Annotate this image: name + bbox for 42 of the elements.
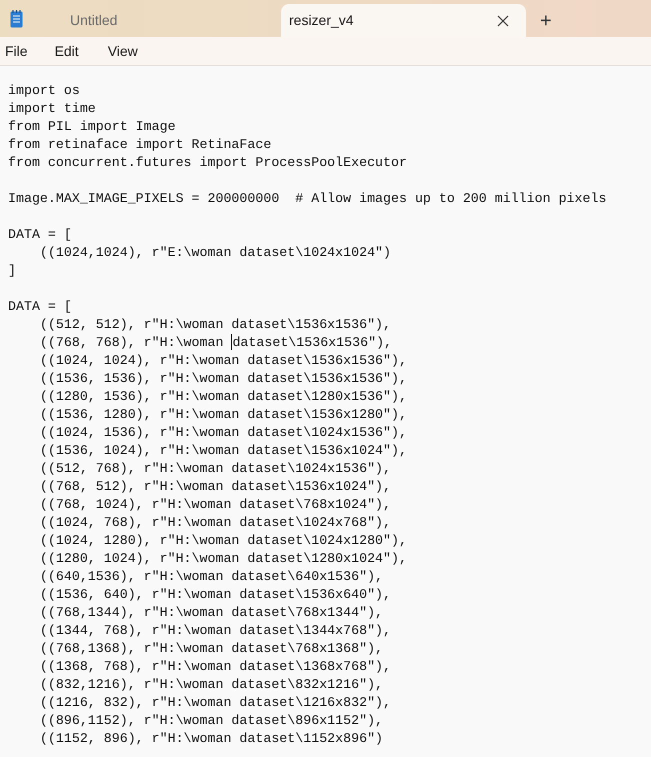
code-line: ((1344, 768), r"H:\woman dataset\1344x768"), — [38, 622, 392, 640]
code-line: import os — [8, 82, 80, 100]
new-tab-button[interactable]: + — [540, 11, 552, 31]
code-line: ((1536, 1536), r"H:\woman dataset\1536x1536"), — [38, 370, 407, 388]
code-line: ((1536, 1024), r"H:\woman dataset\1536x1024"), — [38, 442, 407, 460]
code-line: ((768,1368), r"H:\woman dataset\768x1368"), — [38, 640, 384, 658]
code-line: from concurrent.futures import ProcessPoolExecutor — [8, 154, 407, 172]
code-line: ((1536, 1280), r"H:\woman dataset\1536x1280"), — [38, 406, 407, 424]
code-line: Image.MAX_IMAGE_PIXELS = 200000000 # Allow images up to 200 million pixels — [8, 190, 606, 208]
code-line: from retinaface import RetinaFace — [8, 136, 272, 154]
code-line: ((768, 512), r"H:\woman dataset\1536x1024"), — [38, 478, 392, 496]
code-line: ((512, 512), r"H:\woman dataset\1536x1536"), — [38, 316, 392, 334]
tab[interactable]: Untitled — [48, 4, 268, 37]
code-line: ((1024,1024), r"E:\woman dataset\1024x1024") — [38, 244, 392, 262]
code-line: ((640,1536), r"H:\woman dataset\640x1536"), — [38, 568, 384, 586]
close-icon[interactable] — [497, 14, 509, 26]
code-line: ((1280, 1536), r"H:\woman dataset\1280x1536"), — [38, 388, 407, 406]
code-line: ((1368, 768), r"H:\woman dataset\1368x768"), — [38, 658, 392, 676]
code-line: import time — [8, 100, 96, 118]
code-line: ((768, 1024), r"H:\woman dataset\768x1024"), — [38, 496, 392, 514]
code-line: ((768, 768), r"H:\woman dataset\1536x1536"), — [38, 334, 392, 352]
code-line: from PIL import Image — [8, 118, 176, 136]
code-line: ((1024, 768), r"H:\woman dataset\1024x768"), — [38, 514, 392, 532]
code-line: ((512, 768), r"H:\woman dataset\1024x1536"), — [38, 460, 392, 478]
code-line: ((768,1344), r"H:\woman dataset\768x1344"), — [38, 604, 384, 622]
code-line: ((1024, 1280), r"H:\woman dataset\1024x1280"), — [38, 532, 407, 550]
code-line: ] — [8, 262, 16, 280]
code-line: ((1216, 832), r"H:\woman dataset\1216x832"), — [38, 694, 392, 712]
code-line: ((896,1152), r"H:\woman dataset\896x1152"), — [38, 712, 384, 730]
code-line: DATA = [ — [8, 226, 72, 244]
code-line: ((832,1216), r"H:\woman dataset\832x1216"), — [38, 676, 384, 694]
code-line: ((1280, 1024), r"H:\woman dataset\1280x1024"), — [38, 550, 407, 568]
code-line: ((1024, 1024), r"H:\woman dataset\1536x1536"), — [38, 352, 407, 370]
code-line: ((1024, 1536), r"H:\woman dataset\1024x1536"), — [38, 424, 407, 442]
menu-item[interactable]: Edit — [54, 40, 79, 62]
menu-item[interactable]: View — [108, 40, 138, 62]
code-line: ((1152, 896), r"H:\woman dataset\1152x896") — [38, 730, 384, 748]
tab[interactable]: resizer_v4 — [281, 4, 526, 37]
menu-item[interactable]: File — [5, 40, 28, 62]
notepad-icon — [10, 10, 23, 28]
code-line: DATA = [ — [8, 298, 72, 316]
code-line: ((1536, 640), r"H:\woman dataset\1536x640"), — [38, 586, 392, 604]
